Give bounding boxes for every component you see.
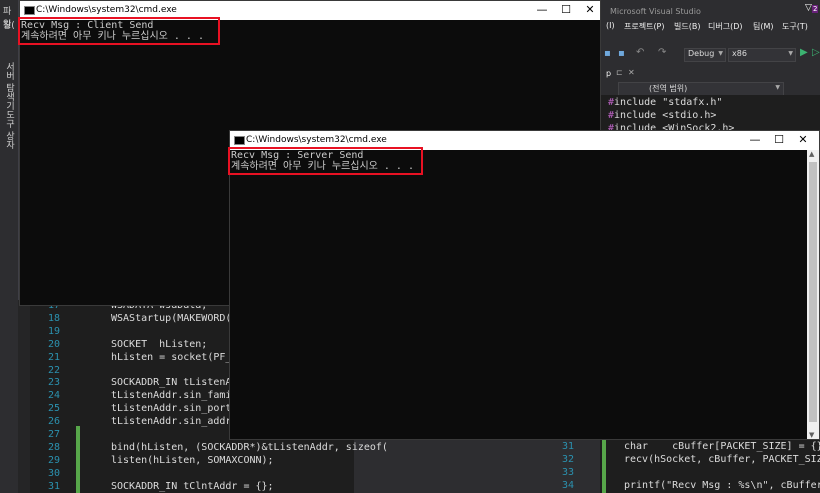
line-number: 31 xyxy=(561,441,574,452)
code-line: listen(hListen, SOMAXCONN); xyxy=(111,454,274,466)
filter-icon: ▽ xyxy=(805,3,812,13)
save-all-icon[interactable]: ▪ xyxy=(618,48,625,59)
line-number: 34 xyxy=(561,480,574,491)
menu-item-debug[interactable]: 디버그(D) xyxy=(708,21,742,32)
tab-fragment[interactable]: p xyxy=(606,69,611,78)
chevron-down-icon: ▼ xyxy=(718,50,723,57)
vs-window-menu-fragment[interactable]: 창( xyxy=(3,18,15,31)
scope-value: (전역 범위) xyxy=(649,84,688,93)
code-line: tListenAddr.sin_family xyxy=(111,390,244,402)
line-number: 27 xyxy=(47,429,60,440)
line-number: 22 xyxy=(47,364,60,376)
vs-badge[interactable]: ▽ 2 xyxy=(805,3,819,15)
notification-count: 2 xyxy=(812,5,819,13)
scroll-up-icon[interactable]: ▲ xyxy=(809,150,814,158)
chevron-down-icon: ▼ xyxy=(788,50,793,57)
code-line: #include "stdafx.h" xyxy=(608,97,723,108)
menu-item-fragment[interactable]: (I) xyxy=(606,21,615,30)
code-line: bind(hListen, (SOCKADDR*)&tListenAddr, s… xyxy=(111,441,388,453)
line-number: 25 xyxy=(47,403,60,415)
cmd-title: C:\Windows\system32\cmd.exe xyxy=(246,135,387,145)
save-icon[interactable]: ▪ xyxy=(604,48,611,59)
cmd-icon xyxy=(234,136,245,145)
line-number: 30 xyxy=(47,467,60,479)
code-line: printf("Recv Msg : %s\n", cBuffer); xyxy=(624,480,820,491)
code-line: char cBuffer[PACKET_SIZE] = {}; xyxy=(624,441,820,452)
undo-icon[interactable]: ↶ xyxy=(636,47,644,58)
play-icon[interactable]: ▶ xyxy=(800,47,808,58)
line-number: 31 xyxy=(47,480,60,492)
close-button[interactable]: ✕ xyxy=(583,3,597,16)
scope-dropdown[interactable]: (전역 범위) ▼ xyxy=(618,82,784,96)
menu-item-build[interactable]: 빌드(B) xyxy=(674,21,700,32)
cmd-window-server[interactable]: C:\Windows\system32\cmd.exe — ☐ ✕ Recv M… xyxy=(228,130,820,440)
cmd-console-output: Recv Msg : Server Send 계속하려면 아무 키나 누르십시오… xyxy=(228,147,807,439)
menu-item-project[interactable]: 프로젝트(P) xyxy=(624,21,665,32)
code-line: SOCKET hListen; xyxy=(111,338,208,350)
highlight-box xyxy=(18,17,220,45)
config-value: Debug xyxy=(688,49,715,58)
cmd-icon xyxy=(24,6,35,15)
line-number: 28 xyxy=(47,441,60,453)
close-button[interactable]: ✕ xyxy=(796,133,810,146)
menu-item-team[interactable]: 팀(M) xyxy=(753,21,774,32)
code-line: #include <stdio.h> xyxy=(608,110,717,121)
vs-left-toolstrip: 파일 창( 서버 탐색기 도구 상자 xyxy=(0,0,19,493)
highlight-box xyxy=(228,147,423,175)
server-explorer-tab[interactable]: 서버 탐색기 xyxy=(3,62,16,110)
config-dropdown[interactable]: Debug ▼ xyxy=(684,48,726,62)
change-margin xyxy=(76,426,80,493)
code-line: recv(hSocket, cBuffer, PACKET_SIZE, 0) xyxy=(624,454,820,465)
platform-value: x86 xyxy=(732,49,747,58)
close-icon[interactable]: ✕ xyxy=(628,68,635,77)
code-line: tListenAddr.sin_port = xyxy=(111,403,244,415)
menu-item-tools[interactable]: 도구(T) xyxy=(782,21,808,32)
redo-icon[interactable]: ↷ xyxy=(658,47,666,58)
line-number: 21 xyxy=(47,351,60,363)
chevron-down-icon: ▼ xyxy=(775,84,780,91)
line-number: 23 xyxy=(47,377,60,389)
minimize-button[interactable]: — xyxy=(535,3,549,16)
line-number: 32 xyxy=(561,454,574,465)
line-number: 20 xyxy=(47,338,60,350)
line-number: 18 xyxy=(47,312,60,324)
maximize-button[interactable]: ☐ xyxy=(559,3,573,16)
line-number: 26 xyxy=(47,416,60,428)
line-number: 33 xyxy=(561,467,574,478)
vs-doc-tabs: p ⊏ ✕ xyxy=(600,66,820,82)
line-number: 24 xyxy=(47,390,60,402)
vs-toolbar: ▪ ▪ ↶ ↷ Debug ▼ x86 ▼ ▶ ▷ xyxy=(600,44,820,66)
scroll-down-icon[interactable]: ▼ xyxy=(809,431,814,439)
platform-dropdown[interactable]: x86 ▼ xyxy=(728,48,796,62)
code-line: WSAStartup(MAKEWORD(2, xyxy=(111,312,244,324)
line-number: 29 xyxy=(47,454,60,466)
minimize-button[interactable]: — xyxy=(748,133,762,146)
code-line: SOCKADDR_IN tClntAddr = {}; xyxy=(111,480,274,492)
change-margin xyxy=(602,440,606,493)
maximize-button[interactable]: ☐ xyxy=(772,133,786,146)
cmd-title: C:\Windows\system32\cmd.exe xyxy=(36,5,177,15)
vs-menu-bar: (I) 프로젝트(P) 빌드(B) 디버그(D) 팀(M) 도구(T) xyxy=(600,16,820,36)
vs-title: Microsoft Visual Studio xyxy=(610,7,701,16)
scrollbar-thumb[interactable] xyxy=(809,162,817,422)
line-number: 19 xyxy=(47,325,60,337)
toolbox-tab[interactable]: 도구 상자 xyxy=(3,110,16,149)
vertical-scrollbar[interactable]: ▲ ▼ xyxy=(807,150,819,439)
pin-icon[interactable]: ⊏ xyxy=(616,68,623,77)
play-icon-secondary[interactable]: ▷ xyxy=(812,47,820,58)
